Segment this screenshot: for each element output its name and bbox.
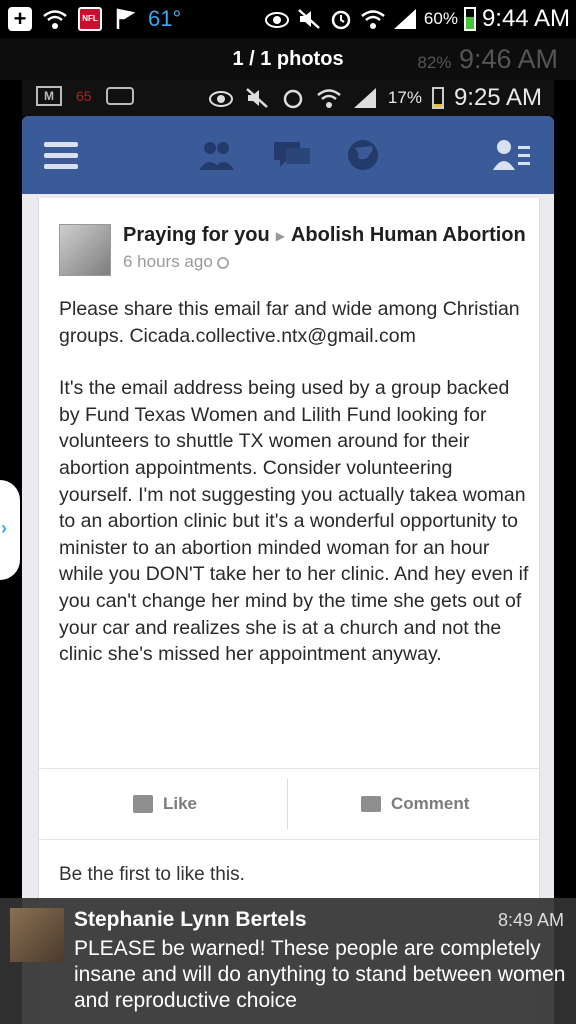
post-timestamp[interactable]: 6 hours ago: [123, 252, 229, 272]
flag-icon: [116, 8, 136, 29]
notifications-globe-icon[interactable]: [346, 136, 380, 174]
alarm-icon: [331, 10, 351, 30]
message-notification[interactable]: Stephanie Lynn Bertels 8:49 AM PLEASE be…: [0, 898, 576, 1024]
eye-icon: [208, 91, 233, 107]
author-name[interactable]: Praying for you: [123, 224, 270, 246]
battery-icon: [463, 7, 476, 31]
wifi-question-icon: [43, 10, 67, 29]
target-page[interactable]: Abolish Human Abortion: [291, 224, 526, 246]
menu-icon[interactable]: [44, 136, 78, 174]
nfl-icon: NFL: [78, 7, 102, 31]
alarm-icon: [283, 89, 303, 109]
author-avatar[interactable]: [59, 224, 111, 276]
photo-viewer-header: 82% 9:46 AM 1 / 1 photos: [0, 38, 576, 80]
wifi-icon: [361, 10, 385, 29]
first-like-text[interactable]: Be the first to like this.: [59, 864, 245, 886]
mute-icon: [298, 9, 320, 29]
globe-icon: [216, 256, 229, 269]
notification-message: PLEASE be warned! These people are compl…: [74, 937, 566, 1012]
battery-percent: 60%: [423, 9, 458, 28]
signal-icon: [393, 9, 416, 29]
battery-icon: [431, 87, 444, 109]
mute-icon: [246, 88, 268, 108]
comment-icon: [361, 796, 381, 812]
comment-label: Comment: [391, 794, 470, 813]
comment-button[interactable]: Comment: [361, 769, 469, 839]
messages-icon[interactable]: [272, 136, 312, 174]
profile-menu-icon[interactable]: [492, 136, 532, 174]
eye-icon: [264, 12, 289, 28]
notification-count: 65: [76, 88, 92, 104]
friend-requests-icon[interactable]: [196, 136, 236, 174]
arrow-icon: ▶: [275, 228, 285, 243]
plus-icon: +: [8, 7, 32, 31]
chevron-right-icon: ›: [1, 518, 7, 538]
like-label: Like: [163, 794, 198, 813]
sender-avatar: [10, 908, 64, 962]
sender-name: Stephanie Lynn Bertels: [74, 908, 307, 931]
post-actions: Like Comment: [39, 768, 539, 840]
voicemail-icon: [105, 87, 134, 105]
post-paragraph: It's the email address being used by a g…: [59, 377, 529, 666]
post-header: Praying for you ▶ Abolish Human Abortion: [123, 224, 526, 247]
side-panel-handle[interactable]: ›: [0, 480, 20, 580]
photo-count: 1 / 1 photos: [232, 48, 344, 70]
temperature: 61°: [148, 6, 182, 31]
inner-clock: 9:25 AM: [453, 84, 542, 111]
post-time-text: 6 hours ago: [123, 252, 213, 271]
post-body: Please share this email far and wide amo…: [59, 296, 531, 694]
facebook-nav-bar: [22, 116, 554, 194]
post-paragraph: Please share this email far and wide amo…: [59, 298, 520, 347]
like-button[interactable]: Like: [133, 769, 197, 839]
notification-time: 8:49 AM: [497, 910, 564, 930]
signal-icon: [353, 88, 376, 108]
status-bar: + NFL 61° 60% 9:44 AM: [0, 0, 576, 38]
inner-battery-percent: 17%: [387, 88, 422, 107]
wifi-icon: [317, 89, 341, 108]
thumbs-up-icon: [133, 795, 153, 813]
clock: 9:44 AM: [481, 5, 570, 32]
inner-status-bar: M 65 17% 9:25 AM: [22, 80, 554, 116]
gmail-icon: M: [36, 86, 62, 106]
divider: [287, 779, 288, 829]
